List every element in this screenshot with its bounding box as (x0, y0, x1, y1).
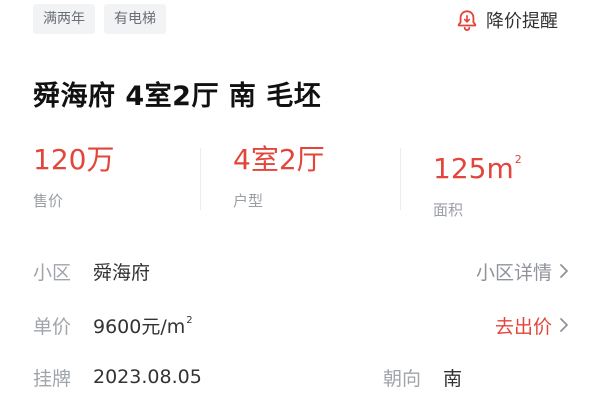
community-details-link[interactable]: 小区详情 (476, 258, 570, 285)
unit-price-superscript: 2 (186, 314, 193, 326)
chevron-right-icon (560, 264, 568, 278)
tag-two-years: 满两年 (33, 4, 95, 34)
key-stats: 120万 售价 4室2厅 户型 125m2 面积 (0, 140, 600, 220)
orientation-value: 南 (443, 367, 463, 390)
price-alert-button[interactable]: 降价提醒 (456, 7, 558, 33)
stat-divider (200, 148, 201, 210)
stat-area: 125m2 面积 (433, 140, 522, 220)
stat-price: 120万 售价 (33, 140, 114, 211)
bell-alert-icon (457, 10, 477, 31)
stat-price-label: 售价 (33, 192, 64, 210)
listing-date-value: 2023.08.05 (93, 366, 202, 388)
stat-area-superscript: 2 (514, 153, 522, 166)
stat-divider (400, 148, 401, 210)
chevron-right-icon (560, 318, 568, 332)
make-offer-link[interactable]: 去出价 (495, 312, 570, 339)
tag-list: 满两年 有电梯 (33, 4, 166, 34)
stat-area-label: 面积 (433, 201, 464, 219)
stat-layout-label: 户型 (233, 192, 264, 210)
unit-price-row: 单价 9600元/m2 去出价 (33, 310, 570, 340)
make-offer-label: 去出价 (494, 315, 552, 338)
stat-area-value: 125m2 (433, 140, 522, 189)
stat-price-value: 120万 (33, 143, 115, 176)
unit-price-label: 单价 (33, 315, 72, 338)
stat-layout: 4室2厅 户型 (233, 140, 325, 211)
stat-area-number: 125m (433, 152, 514, 185)
unit-price-number: 9600元/m (93, 315, 186, 338)
stat-layout-value: 4室2厅 (233, 143, 325, 176)
community-details-label: 小区详情 (475, 261, 552, 284)
orientation-label: 朝向 (383, 367, 422, 390)
community-row: 小区 舜海府 小区详情 (33, 256, 570, 286)
price-alert-label: 降价提醒 (486, 11, 558, 32)
community-value: 舜海府 (93, 261, 151, 284)
unit-price-value: 9600元/m2 (93, 312, 193, 339)
listing-title: 舜海府 4室2厅 南 毛坯 (33, 81, 322, 112)
tag-elevator: 有电梯 (104, 4, 166, 34)
community-label: 小区 (33, 261, 72, 284)
listing-row: 挂牌 2023.08.05 朝向 南 (33, 362, 570, 392)
listing-date-label: 挂牌 (33, 367, 72, 390)
